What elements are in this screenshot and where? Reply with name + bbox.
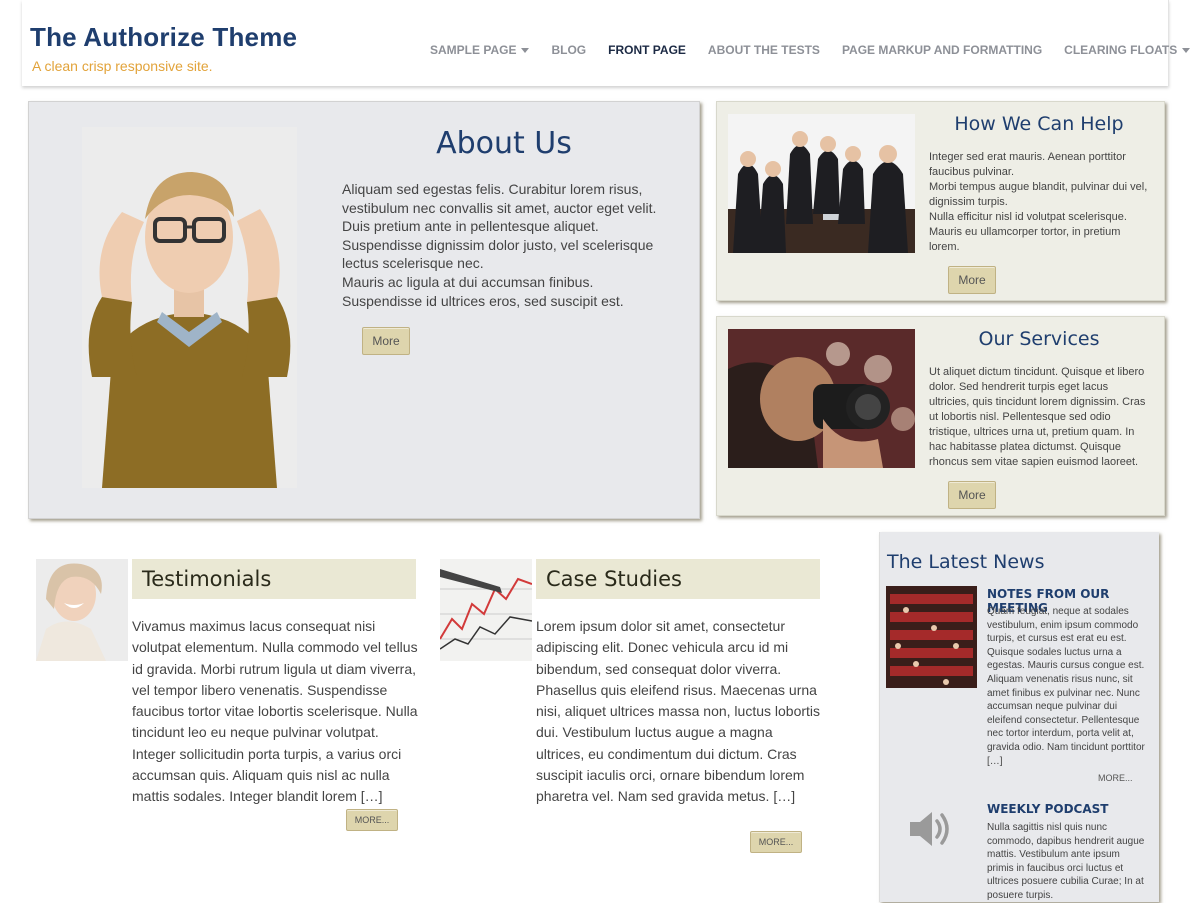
help-paragraph: Morbi tempus augue blandit, pulvinar dui… xyxy=(929,181,1148,208)
nav-item-label: PAGE MARKUP AND FORMATTING xyxy=(841,43,1043,57)
about-panel: About Us Aliquam sed egestas felis. Cura… xyxy=(28,101,700,519)
main-nav: SAMPLE PAGE BLOG FRONT PAGE ABOUT THE TE… xyxy=(430,43,1200,57)
nav-item-page-markup[interactable]: PAGE MARKUP AND FORMATTING xyxy=(842,43,1042,57)
testimonials-text: Vivamus maximus lacus consequat nisi vol… xyxy=(132,616,420,808)
services-text: Ut aliquet dictum tincidunt. Quisque et … xyxy=(929,365,1151,470)
nav-item-blog[interactable]: BLOG xyxy=(551,43,586,57)
nav-item-label: BLOG xyxy=(551,43,587,57)
nav-item-sample-page[interactable]: SAMPLE PAGE xyxy=(430,43,530,57)
nav-item-front-page[interactable]: FRONT PAGE xyxy=(608,43,686,57)
help-more-button[interactable]: More xyxy=(948,266,996,294)
news-item-text-meeting: Quam feugiat, neque at sodales vestibulu… xyxy=(987,605,1149,768)
news-item-paragraph: Quam feugiat, neque at sodales vestibulu… xyxy=(987,606,1145,767)
case-studies-text: Lorem ipsum dolor sit amet, consectetur … xyxy=(536,616,824,808)
about-paragraph: Duis pretium ante in pellentesque alique… xyxy=(342,218,654,272)
nav-item-about-the-tests[interactable]: ABOUT THE TESTS xyxy=(708,43,820,57)
testimonials-thumb xyxy=(36,559,128,661)
testimonials-title: Testimonials xyxy=(142,567,272,591)
news-item-paragraph: Nulla sagittis nisl quis nunc commodo, d… xyxy=(987,822,1145,901)
services-photo xyxy=(728,329,915,468)
nav-item-label: ABOUT THE TESTS xyxy=(707,43,820,57)
about-title: About Us xyxy=(436,126,572,161)
site-description: A clean crisp responsive site. xyxy=(32,58,213,74)
about-paragraph: Mauris ac ligula at dui accumsan finibus… xyxy=(342,273,624,309)
site-header: The Authorize Theme A clean crisp respon… xyxy=(22,0,1191,86)
news-more-link[interactable]: MORE... xyxy=(1098,773,1133,783)
about-paragraph: Aliquam sed egestas felis. Curabitur lor… xyxy=(342,181,657,216)
case-studies-title: Case Studies xyxy=(546,567,682,591)
about-text: Aliquam sed egestas felis. Curabitur lor… xyxy=(342,180,672,310)
services-panel: Our Services Ut aliquet dictum tincidunt… xyxy=(716,316,1165,516)
nav-item-label: SAMPLE PAGE xyxy=(430,43,517,57)
help-title: How We Can Help xyxy=(954,113,1124,135)
nav-item-label: CLEARING FLOATS xyxy=(1064,43,1178,57)
news-meeting-thumb xyxy=(886,586,977,688)
caret-down-icon xyxy=(521,47,530,53)
news-item-text-podcast: Nulla sagittis nisl quis nunc commodo, d… xyxy=(987,821,1149,903)
help-photo xyxy=(728,114,915,253)
about-more-button[interactable]: More xyxy=(362,327,410,355)
case-studies-more-button[interactable]: MORE... xyxy=(750,831,802,853)
latest-news-panel: The Latest News NOTES FROM OUR MEETING Q… xyxy=(879,532,1159,902)
case-studies-header: Case Studies xyxy=(536,559,820,599)
caret-down-icon xyxy=(1182,47,1191,53)
about-photo xyxy=(82,127,297,488)
help-panel: How We Can Help Integer sed erat mauris.… xyxy=(716,101,1165,301)
news-title: The Latest News xyxy=(887,551,1045,573)
testimonials-more-button[interactable]: MORE... xyxy=(346,809,398,831)
help-paragraph: Nulla efficitur nisl id volutpat sceleri… xyxy=(929,211,1127,253)
testimonials-paragraph: Vivamus maximus lacus consequat nisi vol… xyxy=(132,618,418,805)
testimonials-header: Testimonials xyxy=(132,559,416,599)
services-title: Our Services xyxy=(978,328,1100,350)
services-paragraph: Ut aliquet dictum tincidunt. Quisque et … xyxy=(929,366,1146,468)
nav-item-clearing-floats[interactable]: CLEARING FLOATS xyxy=(1064,43,1191,57)
nav-item-label: FRONT PAGE xyxy=(608,43,686,57)
help-paragraph: Integer sed erat mauris. Aenean porttito… xyxy=(929,151,1126,178)
help-text: Integer sed erat mauris. Aenean porttito… xyxy=(929,150,1151,255)
speaker-icon xyxy=(906,804,956,854)
case-studies-paragraph: Lorem ipsum dolor sit amet, consectetur … xyxy=(536,618,821,805)
site-title[interactable]: The Authorize Theme xyxy=(30,22,297,53)
case-studies-thumb xyxy=(440,559,532,661)
news-item-title-podcast[interactable]: WEEKLY PODCAST xyxy=(987,802,1108,816)
services-more-button[interactable]: More xyxy=(948,481,996,509)
